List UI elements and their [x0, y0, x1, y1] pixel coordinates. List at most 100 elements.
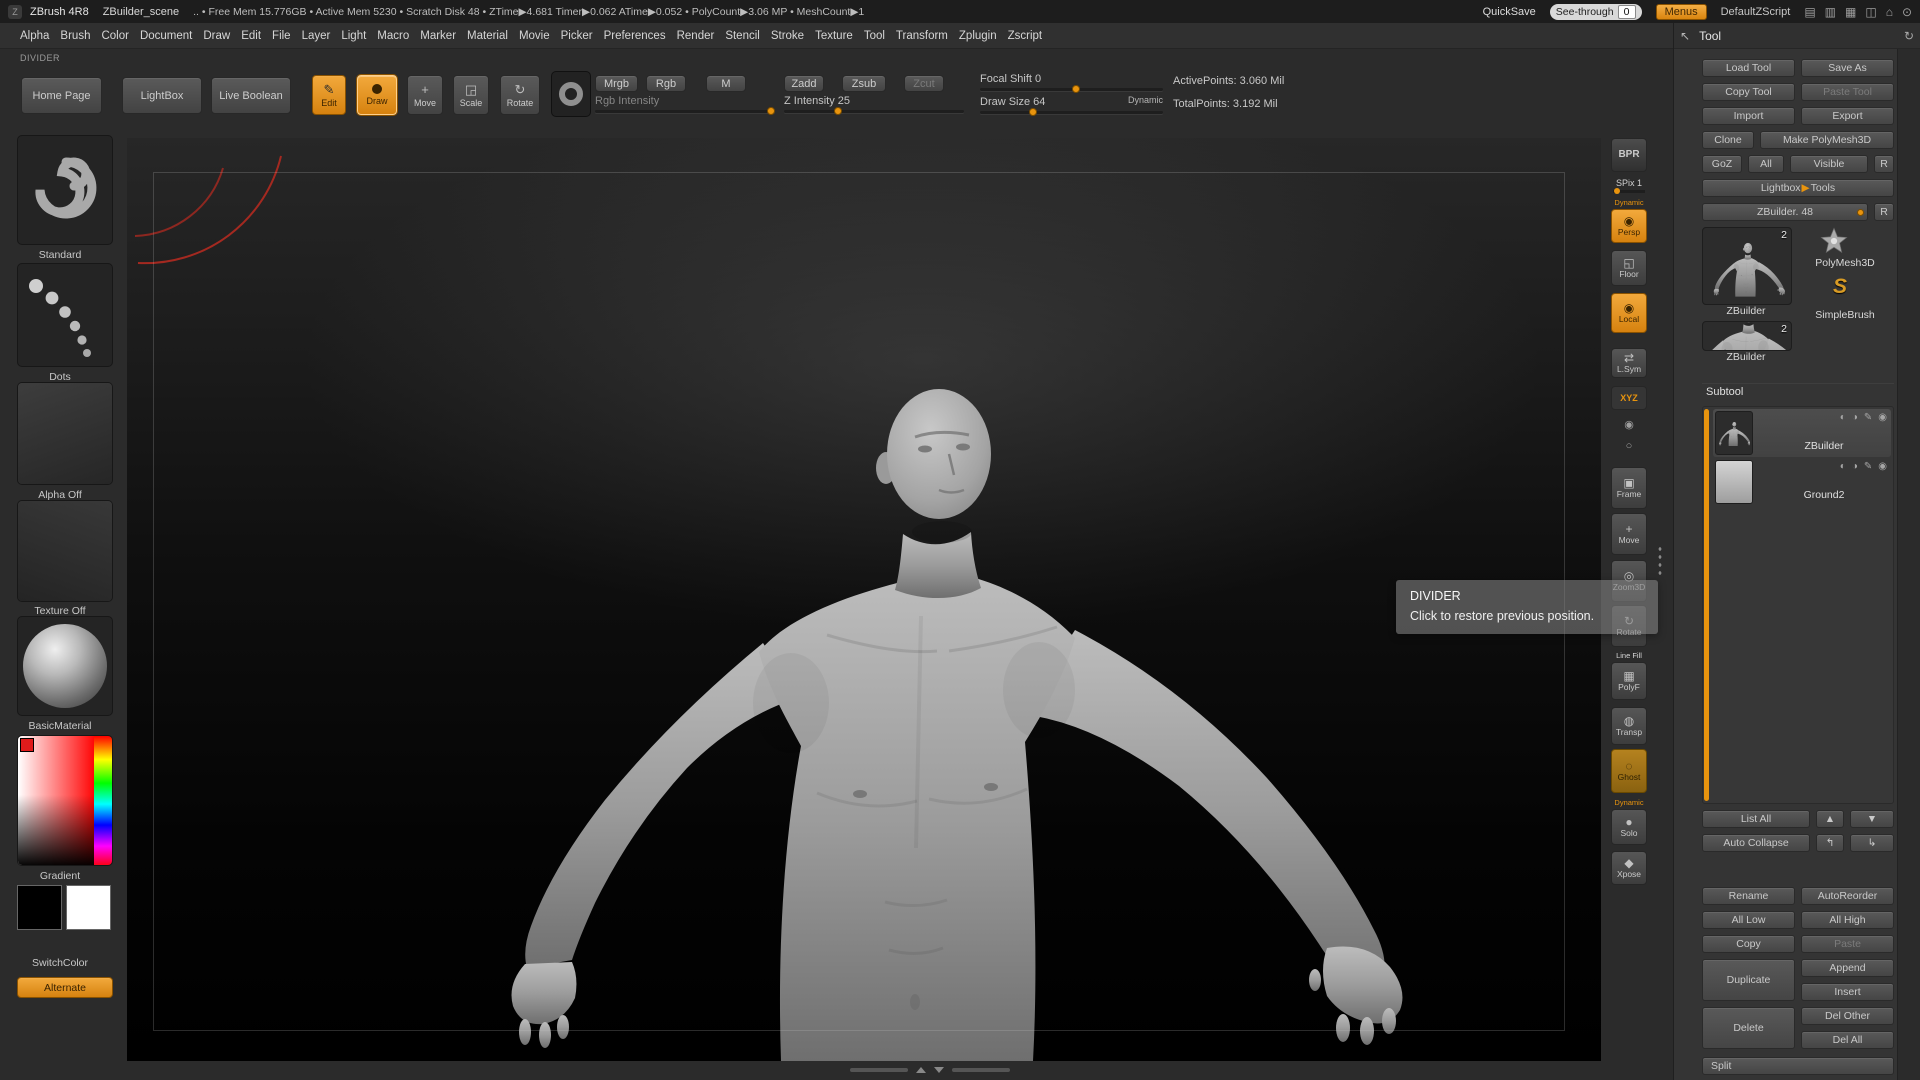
tool-palette-header[interactable]: ↖ Tool ↻ [1674, 23, 1920, 49]
unfold-button[interactable]: ↳ [1850, 834, 1894, 852]
fold-button[interactable]: ↰ [1816, 834, 1844, 852]
home-icon[interactable]: ⌂ [1886, 6, 1893, 18]
zoom-doc-icon[interactable]: ○ [1619, 437, 1639, 455]
subtool-row-ground2[interactable]: ◐ ◑ ✎ ◉ Ground2 [1713, 458, 1891, 506]
save-as-button[interactable]: Save As [1801, 59, 1894, 77]
menu-tool[interactable]: Tool [864, 30, 885, 42]
move-mode-button[interactable]: + Move [407, 75, 443, 115]
current-material-thumbnail[interactable] [17, 616, 113, 716]
draw-size-slider[interactable]: Draw Size 64 Dynamic [980, 96, 1163, 114]
menu-draw[interactable]: Draw [203, 30, 230, 42]
del-all-button[interactable]: Del All [1801, 1031, 1894, 1049]
slider-r-button[interactable]: R [1874, 203, 1894, 221]
hue-strip[interactable] [94, 736, 112, 866]
menu-render[interactable]: Render [677, 30, 715, 42]
dynamic-mode-label[interactable]: Dynamic [1128, 95, 1163, 105]
power-icon[interactable]: ⊙ [1902, 6, 1912, 18]
menu-stencil[interactable]: Stencil [725, 30, 760, 42]
persp-button[interactable]: ◉ Persp [1611, 209, 1647, 243]
split-section-button[interactable]: Split [1702, 1057, 1894, 1075]
z-intensity-slider[interactable]: Z Intensity 25 [784, 95, 964, 113]
home-page-button[interactable]: Home Page [21, 77, 102, 114]
current-brush-thumbnail[interactable] [17, 135, 113, 245]
all-low-button[interactable]: All Low [1702, 911, 1795, 929]
frame-button[interactable]: ▣ Frame [1611, 467, 1647, 509]
menu-macro[interactable]: Macro [377, 30, 409, 42]
menu-edit[interactable]: Edit [241, 30, 261, 42]
menu-material[interactable]: Material [467, 30, 508, 42]
polypaint-icon[interactable]: ◐ [1840, 412, 1846, 423]
rgb-button[interactable]: Rgb [646, 75, 686, 92]
refresh-icon[interactable]: ↻ [1904, 29, 1914, 43]
goz-all-button[interactable]: All [1748, 155, 1784, 173]
scroll-up-icon[interactable] [916, 1067, 926, 1073]
active-tool-slider-handle[interactable] [1857, 209, 1864, 216]
move-view-button[interactable]: + Move [1611, 513, 1647, 555]
zsub-button[interactable]: Zsub [842, 75, 886, 92]
z-intensity-track[interactable] [784, 110, 964, 113]
draw-size-handle[interactable] [1029, 108, 1037, 116]
brush-alpha-preview[interactable] [551, 71, 591, 117]
menu-zplugin[interactable]: Zplugin [959, 30, 997, 42]
quicksave-button[interactable]: QuickSave [1483, 6, 1536, 18]
all-high-button[interactable]: All High [1801, 911, 1894, 929]
tool-item-zbuilder-recent[interactable]: 2 [1702, 321, 1792, 351]
solo-button[interactable]: ● Solo [1611, 809, 1647, 845]
menu-movie[interactable]: Movie [519, 30, 550, 42]
goz-button[interactable]: GoZ [1702, 155, 1742, 173]
spix-slider[interactable]: SPix 1 [1609, 178, 1649, 193]
rgb-intensity-handle[interactable] [767, 107, 775, 115]
menu-brush[interactable]: Brush [60, 30, 90, 42]
edit-icon[interactable]: ✎ [1864, 412, 1872, 423]
current-stroke-thumbnail[interactable] [17, 263, 113, 367]
z-intensity-handle[interactable] [834, 107, 842, 115]
menu-preferences[interactable]: Preferences [604, 30, 666, 42]
menu-layer[interactable]: Layer [302, 30, 331, 42]
rename-button[interactable]: Rename [1702, 887, 1795, 905]
floor-button[interactable]: ◱ Floor [1611, 250, 1647, 286]
load-tool-button[interactable]: Load Tool [1702, 59, 1795, 77]
subtool-scrollbar[interactable] [1704, 409, 1709, 801]
bpr-render-button[interactable]: BPR [1611, 138, 1647, 172]
paste-tool-button[interactable]: Paste Tool [1801, 83, 1894, 101]
auto-collapse-button[interactable]: Auto Collapse [1702, 834, 1810, 852]
auto-reorder-button[interactable]: AutoReorder [1801, 887, 1894, 905]
tool-item-simplebrush[interactable]: S [1828, 275, 1852, 305]
spix-track[interactable] [1613, 190, 1645, 193]
current-texture-thumbnail[interactable] [17, 500, 113, 602]
menu-document[interactable]: Document [140, 30, 192, 42]
menu-file[interactable]: File [272, 30, 291, 42]
local-symmetry-button[interactable]: ◉ Local [1611, 293, 1647, 333]
mrgb-button[interactable]: Mrgb [595, 75, 638, 92]
document-canvas[interactable] [127, 138, 1601, 1061]
uv-icon[interactable]: ◑ [1852, 461, 1858, 472]
uv-icon[interactable]: ◑ [1852, 412, 1858, 423]
menu-picker[interactable]: Picker [561, 30, 593, 42]
alternate-button[interactable]: Alternate [17, 977, 113, 998]
tool-item-polymesh3d[interactable] [1818, 227, 1850, 255]
place-in-tray-icon[interactable]: ↖ [1680, 29, 1690, 43]
default-zscript-button[interactable]: DefaultZScript [1721, 6, 1791, 18]
menu-light[interactable]: Light [341, 30, 366, 42]
copy-subtool-button[interactable]: Copy [1702, 935, 1795, 953]
menu-transform[interactable]: Transform [896, 30, 948, 42]
tray-scrollbar[interactable] [1897, 49, 1920, 1080]
swatch-icon[interactable]: ◫ [1865, 6, 1876, 18]
active-tool-slider[interactable]: ZBuilder. 48 [1702, 203, 1868, 221]
tool-item-zbuilder-active[interactable]: 2 [1702, 227, 1792, 305]
paste-subtool-button[interactable]: Paste [1801, 935, 1894, 953]
subtool-section-header[interactable]: Subtool [1702, 383, 1894, 400]
saturation-value-area[interactable] [18, 736, 96, 866]
make-polymesh3d-button[interactable]: Make PolyMesh3D [1760, 131, 1894, 149]
menus-toggle-button[interactable]: Menus [1656, 4, 1707, 20]
scale-mode-button[interactable]: ◲ Scale [453, 75, 489, 115]
lsym-button[interactable]: ⇄ L.Sym [1611, 348, 1647, 378]
menu-zscript[interactable]: Zscript [1008, 30, 1043, 42]
edit-mode-button[interactable]: ✎ Edit [312, 75, 346, 115]
lightbox-button[interactable]: LightBox [122, 77, 202, 114]
rotate-mode-button[interactable]: ↻ Rotate [500, 75, 540, 115]
eye-icon[interactable]: ◉ [1878, 412, 1887, 423]
zcut-button[interactable]: Zcut [904, 75, 944, 92]
clone-button[interactable]: Clone [1702, 131, 1754, 149]
menu-alpha[interactable]: Alpha [20, 30, 49, 42]
